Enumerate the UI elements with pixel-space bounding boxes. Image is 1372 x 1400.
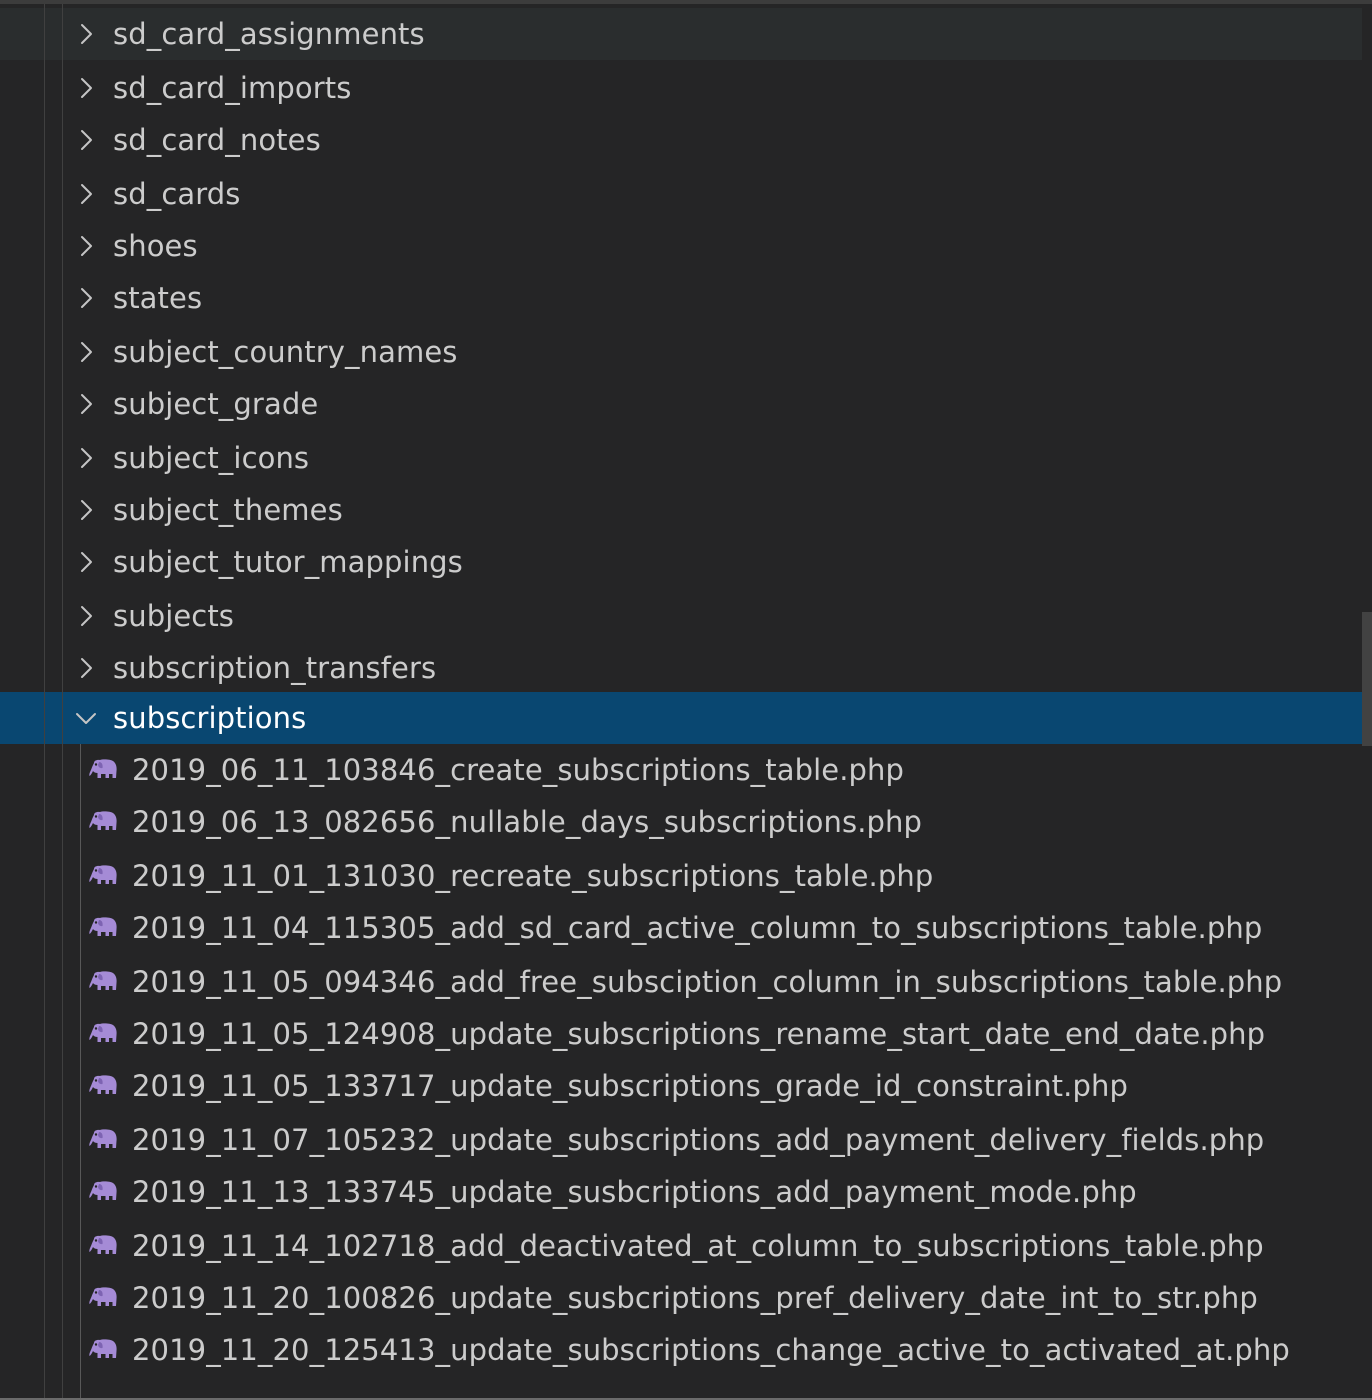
chevron-right-icon[interactable] bbox=[74, 550, 98, 574]
chevron-right-icon[interactable] bbox=[74, 22, 98, 46]
file-label: 2019_06_13_082656_nullable_days_subscrip… bbox=[132, 805, 923, 839]
php-elephant-icon bbox=[88, 757, 118, 783]
folder-label: subject_country_names bbox=[113, 335, 458, 369]
folder-row[interactable]: subscriptions bbox=[0, 692, 1362, 744]
php-elephant-icon bbox=[88, 1337, 118, 1363]
folder-label: sd_card_assignments bbox=[113, 17, 425, 51]
folder-row[interactable]: subjects bbox=[0, 590, 1362, 642]
file-explorer-tree: sd_card_assignments sd_card_imports sd_car… bbox=[0, 4, 1372, 1400]
vertical-scrollbar[interactable] bbox=[1362, 4, 1372, 1400]
file-label: 2019_11_01_131030_recreate_subscriptions… bbox=[132, 859, 934, 893]
file-row[interactable]: 2019_11_07_105232_update_subscriptions_a… bbox=[0, 1114, 1362, 1166]
php-elephant-icon bbox=[88, 1021, 118, 1047]
file-row[interactable]: 2019_11_14_102718_add_deactivated_at_col… bbox=[0, 1220, 1362, 1272]
folder-label: subject_tutor_mappings bbox=[113, 545, 463, 579]
chevron-down-icon[interactable] bbox=[74, 706, 98, 730]
folder-label: subscription_transfers bbox=[113, 651, 437, 685]
chevron-right-icon[interactable] bbox=[74, 604, 98, 628]
folder-row[interactable]: shoes bbox=[0, 220, 1362, 272]
file-row[interactable]: 2019_11_01_131030_recreate_subscriptions… bbox=[0, 850, 1362, 902]
php-elephant-icon bbox=[88, 809, 118, 835]
file-label: 2019_11_07_105232_update_subscriptions_a… bbox=[132, 1123, 1265, 1157]
file-label: 2019_11_05_094346_add_free_subsciption_c… bbox=[132, 965, 1283, 999]
scrollbar-thumb[interactable] bbox=[1362, 612, 1372, 746]
file-row[interactable]: 2019_11_20_125413_update_subscriptions_c… bbox=[0, 1324, 1362, 1376]
folder-label: subjects bbox=[113, 599, 235, 633]
file-row[interactable]: 2019_11_20_100826_update_susbcriptions_p… bbox=[0, 1272, 1362, 1324]
chevron-right-icon[interactable] bbox=[74, 76, 98, 100]
php-elephant-icon bbox=[88, 863, 118, 889]
chevron-right-icon[interactable] bbox=[74, 392, 98, 416]
chevron-right-icon[interactable] bbox=[74, 498, 98, 522]
php-elephant-icon bbox=[88, 1285, 118, 1311]
folder-label: sd_cards bbox=[113, 177, 241, 211]
file-row[interactable]: 2019_11_05_094346_add_free_subsciption_c… bbox=[0, 956, 1362, 1008]
folder-row[interactable]: subject_grade bbox=[0, 378, 1362, 430]
folder-row[interactable]: states bbox=[0, 272, 1362, 324]
file-row[interactable]: 2019_11_05_124908_update_subscriptions_r… bbox=[0, 1008, 1362, 1060]
php-elephant-icon bbox=[88, 1073, 118, 1099]
chevron-right-icon[interactable] bbox=[74, 340, 98, 364]
php-elephant-icon bbox=[88, 1179, 118, 1205]
folder-label: subscriptions bbox=[113, 701, 307, 735]
chevron-right-icon[interactable] bbox=[74, 656, 98, 680]
folder-row[interactable]: sd_card_imports bbox=[0, 62, 1362, 114]
indent-guide bbox=[44, 4, 45, 1400]
file-label: 2019_11_14_102718_add_deactivated_at_col… bbox=[132, 1229, 1264, 1263]
folder-label: subject_themes bbox=[113, 493, 343, 527]
file-label: 2019_11_20_100826_update_susbcriptions_p… bbox=[132, 1281, 1258, 1315]
file-row[interactable]: 2019_11_13_133745_update_susbcriptions_a… bbox=[0, 1166, 1362, 1218]
chevron-right-icon[interactable] bbox=[74, 182, 98, 206]
folder-label: states bbox=[113, 281, 203, 315]
folder-row[interactable]: sd_cards bbox=[0, 168, 1362, 220]
folder-label: sd_card_imports bbox=[113, 71, 352, 105]
indent-guide-active bbox=[80, 744, 81, 1400]
file-label: 2019_11_05_133717_update_subscriptions_g… bbox=[132, 1069, 1128, 1103]
folder-row[interactable]: sd_card_assignments bbox=[0, 8, 1362, 60]
chevron-right-icon[interactable] bbox=[74, 234, 98, 258]
folder-row[interactable]: subject_themes bbox=[0, 484, 1362, 536]
file-row[interactable]: 2019_11_05_133717_update_subscriptions_g… bbox=[0, 1060, 1362, 1112]
php-elephant-icon bbox=[88, 1233, 118, 1259]
file-label: 2019_06_11_103846_create_subscriptions_t… bbox=[132, 753, 905, 787]
chevron-right-icon[interactable] bbox=[74, 286, 98, 310]
folder-row[interactable]: sd_card_notes bbox=[0, 114, 1362, 166]
php-elephant-icon bbox=[88, 969, 118, 995]
php-elephant-icon bbox=[88, 915, 118, 941]
folder-label: shoes bbox=[113, 229, 198, 263]
folder-row[interactable]: subject_icons bbox=[0, 432, 1362, 484]
chevron-right-icon[interactable] bbox=[74, 446, 98, 470]
file-label: 2019_11_13_133745_update_susbcriptions_a… bbox=[132, 1175, 1137, 1209]
file-row[interactable]: 2019_06_13_082656_nullable_days_subscrip… bbox=[0, 796, 1362, 848]
folder-row[interactable]: subject_country_names bbox=[0, 326, 1362, 378]
folder-row[interactable]: subject_tutor_mappings bbox=[0, 536, 1362, 588]
file-label: 2019_11_04_115305_add_sd_card_active_col… bbox=[132, 911, 1263, 945]
folder-label: subject_icons bbox=[113, 441, 310, 475]
folder-label: subject_grade bbox=[113, 387, 319, 421]
indent-guide bbox=[62, 4, 63, 1400]
file-row[interactable]: 2019_06_11_103846_create_subscriptions_t… bbox=[0, 744, 1362, 796]
folder-label: sd_card_notes bbox=[113, 123, 321, 157]
file-label: 2019_11_20_125413_update_subscriptions_c… bbox=[132, 1333, 1290, 1367]
file-row[interactable]: 2019_11_04_115305_add_sd_card_active_col… bbox=[0, 902, 1362, 954]
php-elephant-icon bbox=[88, 1127, 118, 1153]
folder-row[interactable]: subscription_transfers bbox=[0, 642, 1362, 694]
file-label: 2019_11_05_124908_update_subscriptions_r… bbox=[132, 1017, 1266, 1051]
chevron-right-icon[interactable] bbox=[74, 128, 98, 152]
